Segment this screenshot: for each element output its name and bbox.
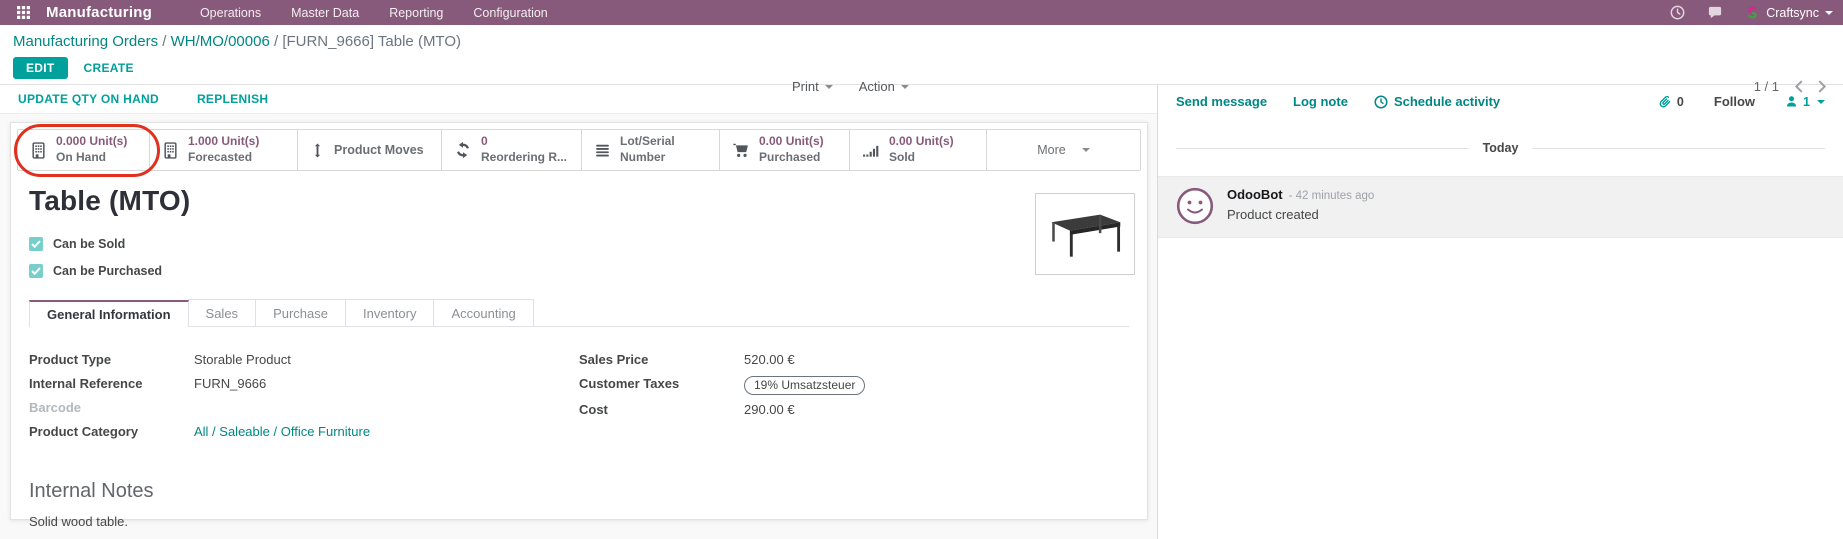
can-be-sold-checkbox[interactable] (29, 237, 43, 251)
stat-button-forecasted[interactable]: 1.000 Unit(s) Forecasted (150, 130, 298, 170)
log-note-button[interactable]: Log note (1293, 94, 1348, 109)
building-icon (162, 142, 179, 159)
can-be-purchased-checkbox[interactable] (29, 264, 43, 278)
sales-price-label: Sales Price (579, 352, 744, 369)
internal-notes-title: Internal Notes (29, 480, 1129, 503)
pager-next-button[interactable] (1818, 80, 1827, 93)
update-qty-on-hand-button[interactable]: UPDATE QTY ON HAND (18, 92, 159, 106)
tab-sales[interactable]: Sales (188, 299, 257, 326)
product-category-link[interactable]: All / Saleable / Office Furniture (194, 424, 370, 441)
send-message-button[interactable]: Send message (1176, 94, 1267, 109)
breadcrumb-mo-reference[interactable]: WH/MO/00006 (171, 33, 270, 50)
app-menu: Operations Master Data Reporting Configu… (200, 6, 548, 20)
breadcrumb-manufacturing-orders[interactable]: Manufacturing Orders (13, 33, 158, 50)
stat-button-product-moves[interactable]: Product Moves (298, 130, 442, 170)
internal-reference-label: Internal Reference (29, 376, 194, 393)
stat-button-on-hand[interactable]: 0.000 Unit(s) On Hand (18, 130, 150, 170)
building-icon (30, 142, 47, 159)
product-type-value: Storable Product (194, 352, 291, 369)
can-be-sold-label: Can be Sold (53, 237, 125, 251)
top-navbar: Manufacturing Operations Master Data Rep… (0, 0, 1843, 25)
internal-reference-value: FURN_9666 (194, 376, 266, 393)
stat-button-row: 0.000 Unit(s) On Hand (17, 129, 1141, 171)
sales-price-value: 520.00 € (744, 352, 795, 369)
replenish-button[interactable]: REPLENISH (197, 92, 268, 106)
notebook-tabs: General Information Sales Purchase Inven… (29, 299, 1129, 327)
form-statusbar: UPDATE QTY ON HAND REPLENISH (0, 85, 1157, 114)
chevron-down-icon (825, 85, 833, 89)
followers-button[interactable]: 1 (1785, 95, 1825, 109)
product-category-label: Product Category (29, 424, 194, 441)
chevron-down-icon (1817, 100, 1825, 104)
cost-value: 290.00 € (744, 402, 795, 419)
product-type-label: Product Type (29, 352, 194, 369)
user-menu[interactable]: Craftsync (1745, 5, 1833, 20)
caret-down-icon (1082, 148, 1090, 152)
follower-count: 1 (1803, 95, 1810, 109)
arrows-v-icon (310, 142, 325, 159)
company-logo-icon (1745, 5, 1760, 20)
breadcrumb-separator: / (162, 33, 166, 50)
tab-accounting[interactable]: Accounting (433, 299, 533, 326)
paperclip-icon (1658, 94, 1672, 109)
cart-icon (732, 142, 750, 159)
chatter-panel: Send message Log note Schedule activity … (1158, 85, 1843, 539)
list-icon (594, 142, 611, 159)
activities-clock-icon[interactable] (1670, 5, 1685, 20)
menu-operations[interactable]: Operations (200, 6, 261, 20)
apps-grid-icon[interactable] (10, 0, 36, 25)
menu-configuration[interactable]: Configuration (473, 6, 547, 20)
date-divider-label: Today (1483, 141, 1519, 155)
current-app-name[interactable]: Manufacturing (46, 4, 152, 21)
edit-button[interactable]: EDIT (13, 57, 68, 79)
date-divider: Today (1176, 141, 1825, 155)
stat-button-more[interactable]: More (987, 130, 1140, 170)
breadcrumb: Manufacturing Orders / WH/MO/00006 / [FU… (13, 33, 1843, 50)
tab-purchase[interactable]: Purchase (255, 299, 346, 326)
tab-inventory[interactable]: Inventory (345, 299, 434, 326)
barcode-label: Barcode (29, 400, 194, 417)
menu-master-data[interactable]: Master Data (291, 6, 359, 20)
pager-counter: 1 / 1 (1754, 79, 1779, 94)
pager-previous-button[interactable] (1794, 80, 1803, 93)
chevron-down-icon (901, 85, 909, 89)
message-time: - 42 minutes ago (1289, 190, 1375, 202)
action-dropdown[interactable]: Action (859, 79, 909, 94)
control-panel: Manufacturing Orders / WH/MO/00006 / [FU… (0, 25, 1843, 85)
menu-reporting[interactable]: Reporting (389, 6, 443, 20)
messages-chat-icon[interactable] (1707, 5, 1723, 20)
follow-button[interactable]: Follow (1714, 94, 1755, 109)
stat-button-purchased[interactable]: 0.00 Unit(s) Purchased (720, 130, 850, 170)
message-body: Product created (1227, 207, 1374, 222)
stat-button-sold[interactable]: 0.00 Unit(s) Sold (850, 130, 987, 170)
customer-taxes-badge: 19% Umsatzsteuer (744, 376, 865, 395)
stat-button-lot-serial[interactable]: Lot/Serial Number (582, 130, 720, 170)
customer-taxes-label: Customer Taxes (579, 376, 744, 395)
breadcrumb-separator: / (274, 33, 278, 50)
person-icon (1785, 95, 1798, 108)
cost-label: Cost (579, 402, 744, 419)
attachments-button[interactable]: 0 (1658, 94, 1684, 109)
user-name: Craftsync (1766, 6, 1819, 20)
chart-bars-icon (862, 142, 880, 159)
clock-icon (1374, 95, 1388, 109)
odoobot-avatar (1176, 187, 1214, 225)
refresh-icon (454, 141, 472, 159)
form-panel: UPDATE QTY ON HAND REPLENISH (0, 85, 1158, 539)
stat-button-reordering-rules[interactable]: 0 Reordering R... (442, 130, 582, 170)
chatter-message: OdooBot - 42 minutes ago Product created (1158, 176, 1843, 238)
breadcrumb-current: [FURN_9666] Table (MTO) (282, 33, 461, 50)
create-button[interactable]: CREATE (84, 61, 134, 75)
print-dropdown[interactable]: Print (792, 79, 833, 94)
attachment-count: 0 (1677, 95, 1684, 109)
internal-notes-body: Solid wood table. (29, 514, 1129, 529)
product-title: Table (MTO) (29, 185, 1129, 217)
product-image (1035, 193, 1135, 275)
schedule-activity-button[interactable]: Schedule activity (1374, 94, 1500, 109)
chevron-down-icon (1825, 11, 1833, 15)
can-be-purchased-label: Can be Purchased (53, 264, 162, 278)
product-form-sheet: 0.000 Unit(s) On Hand (10, 122, 1148, 520)
message-author: OdooBot (1227, 187, 1283, 202)
tab-general-information[interactable]: General Information (29, 300, 189, 327)
